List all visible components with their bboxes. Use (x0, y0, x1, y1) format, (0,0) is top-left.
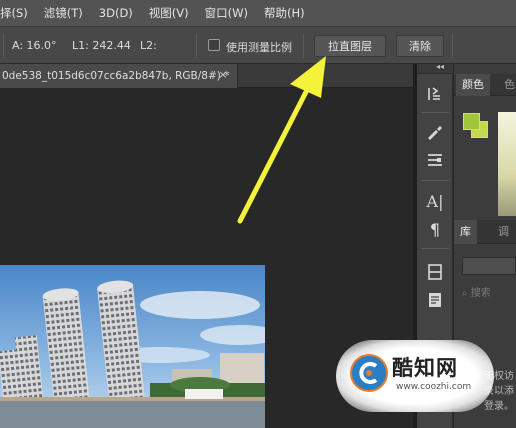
character-icon[interactable]: A| (425, 192, 445, 212)
use-measurement-scale-label: 使用测量比例 (226, 41, 292, 54)
l1-readout: L1: 242.44 (72, 39, 131, 52)
library-search[interactable]: ⌕ 搜索 (462, 284, 491, 299)
menu-filter[interactable]: 滤镜(T) (44, 5, 83, 21)
strip-separator (421, 248, 449, 249)
paragraph-icon[interactable]: ¶ (425, 220, 445, 240)
canvas-image[interactable] (0, 265, 265, 428)
watermark-title: 酷知网 (392, 356, 458, 380)
l2-readout: L2: (140, 39, 157, 52)
clear-button[interactable]: 清除 (396, 35, 444, 57)
strip-separator (421, 180, 449, 181)
document-tab-bar: 0de538_t015d6c07cc6a2b847b, RGB/8#) * (0, 64, 413, 88)
straighten-layer-button[interactable]: 拉直图层 (314, 35, 386, 57)
library-search-placeholder: 搜索 (470, 288, 491, 299)
history-icon[interactable] (425, 84, 445, 104)
menu-3d[interactable]: 3D(D) (99, 6, 133, 20)
strip-header (417, 64, 453, 74)
notes-icon[interactable] (425, 290, 445, 310)
color-panel-tabs: 颜色 色 (454, 74, 516, 96)
use-measurement-scale-checkbox[interactable] (208, 39, 220, 51)
options-bar: A: 16.0° L1: 242.44 L2: 使用测量比例 拉直图层 清除 (0, 26, 516, 64)
angle-readout: A: 16.0° (12, 39, 57, 52)
options-divider (3, 34, 4, 58)
foreground-color-swatch[interactable] (463, 113, 480, 130)
menu-view[interactable]: 视图(V) (149, 5, 189, 21)
tab-libraries[interactable]: 库 (454, 220, 477, 244)
library-message-line: 登录。 (484, 401, 514, 412)
options-divider (196, 34, 197, 58)
menu-window[interactable]: 窗口(W) (205, 5, 248, 21)
tab-swatches[interactable]: 色 (498, 74, 516, 96)
document-tab[interactable]: 0de538_t015d6c07cc6a2b847b, RGB/8#) * (0, 64, 238, 88)
libraries-panel-tabs: 库 调 (454, 220, 516, 244)
strip-separator (421, 112, 449, 113)
close-icon[interactable]: × (216, 68, 230, 81)
brush-presets-icon[interactable] (425, 122, 445, 142)
options-divider (452, 34, 453, 58)
document-tab-title: 0de538_t015d6c07cc6a2b847b, RGB/8#) * (2, 70, 230, 82)
collapse-panels-icon[interactable]: ◂◂ (436, 62, 444, 71)
color-spectrum[interactable] (498, 112, 516, 216)
layers-icon[interactable] (425, 262, 445, 282)
options-divider (303, 34, 304, 58)
watermark-url: www.coozhi.com (396, 382, 472, 392)
tab-color[interactable]: 颜色 (456, 74, 490, 96)
library-dropdown[interactable] (462, 257, 516, 275)
menu-help[interactable]: 帮助(H) (264, 5, 305, 21)
watermark-logo-icon (350, 354, 388, 392)
tab-adjustments[interactable]: 调 (492, 220, 515, 244)
menu-select[interactable]: 择(S) (0, 5, 28, 21)
tool-presets-icon[interactable] (425, 150, 445, 170)
city-photo (0, 265, 265, 428)
menu-bar: 择(S) 滤镜(T) 3D(D) 视图(V) 窗口(W) 帮助(H) (0, 0, 516, 26)
